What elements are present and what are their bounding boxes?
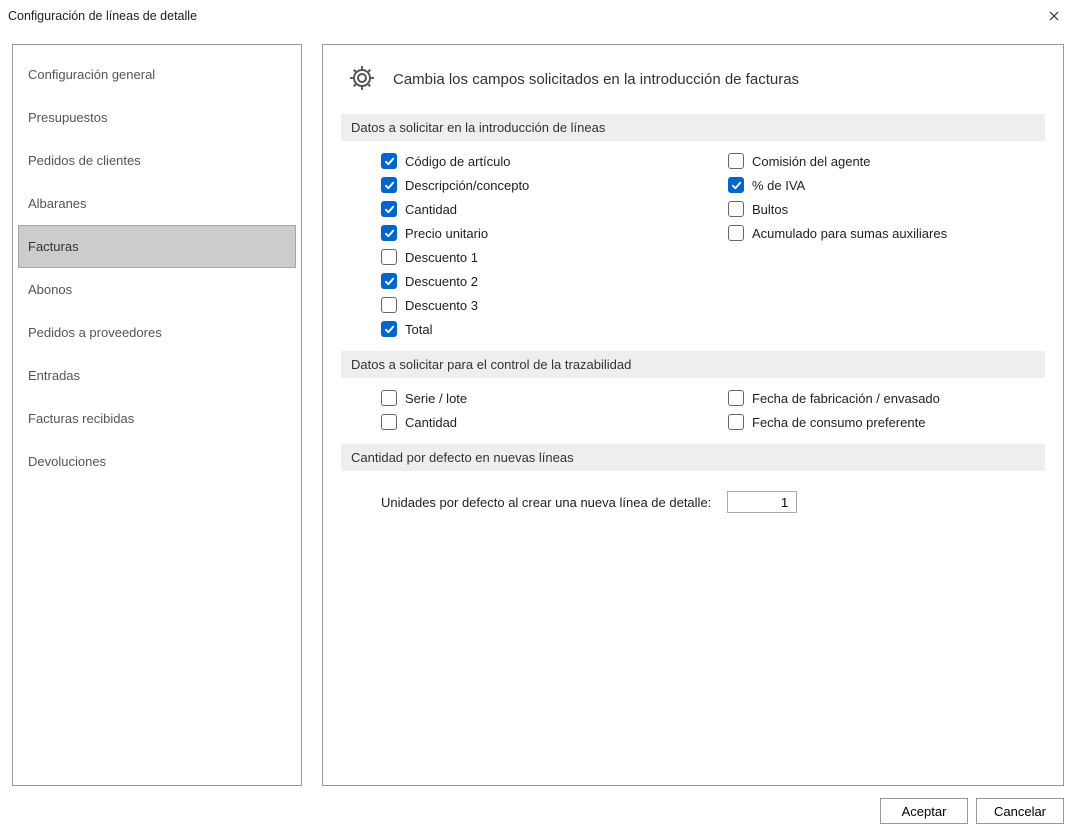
- checkbox-label: Comisión del agente: [752, 154, 871, 169]
- s2-left-check-0[interactable]: Serie / lote: [381, 390, 698, 406]
- checkbox-icon[interactable]: [381, 297, 397, 313]
- checkbox-label: Descuento 1: [405, 250, 478, 265]
- checkbox-icon[interactable]: [381, 414, 397, 430]
- checkbox-label: Descripción/concepto: [405, 178, 529, 193]
- s1-left-check-3[interactable]: Precio unitario: [381, 225, 698, 241]
- checkbox-label: Total: [405, 322, 432, 337]
- gear-icon: [347, 63, 377, 96]
- checkbox-label: % de IVA: [752, 178, 805, 193]
- checkbox-icon[interactable]: [381, 225, 397, 241]
- main-heading: Cambia los campos solicitados en la intr…: [393, 71, 799, 88]
- section1-column-left: Código de artículo Descripción/concepto Ca…: [381, 153, 698, 337]
- section2-column-left: Serie / lote Cantidad: [381, 390, 698, 430]
- close-button[interactable]: [1032, 1, 1076, 31]
- default-quantity-row: Unidades por defecto al crear una nueva …: [341, 483, 1045, 513]
- s1-left-check-7[interactable]: Total: [381, 321, 698, 337]
- main-header: Cambia los campos solicitados en la intr…: [341, 63, 1045, 96]
- checkbox-icon[interactable]: [728, 153, 744, 169]
- default-quantity-label: Unidades por defecto al crear una nueva …: [381, 495, 711, 510]
- sidebar-item-5[interactable]: Abonos: [18, 268, 296, 311]
- sidebar-item-3[interactable]: Albaranes: [18, 182, 296, 225]
- section1-checks: Código de artículo Descripción/concepto Ca…: [341, 153, 1045, 351]
- checkbox-label: Bultos: [752, 202, 788, 217]
- checkbox-icon[interactable]: [728, 390, 744, 406]
- dialog-window: Configuración de líneas de detalle Confi…: [0, 0, 1076, 838]
- checkbox-label: Fecha de fabricación / envasado: [752, 391, 940, 406]
- s2-left-check-1[interactable]: Cantidad: [381, 414, 698, 430]
- checkbox-icon[interactable]: [381, 273, 397, 289]
- cancel-button[interactable]: Cancelar: [976, 798, 1064, 824]
- checkbox-icon[interactable]: [728, 225, 744, 241]
- checkbox-icon[interactable]: [728, 177, 744, 193]
- main-panel: Cambia los campos solicitados en la intr…: [322, 44, 1064, 786]
- titlebar: Configuración de líneas de detalle: [0, 0, 1076, 32]
- sidebar-item-7[interactable]: Entradas: [18, 354, 296, 397]
- checkbox-icon[interactable]: [381, 249, 397, 265]
- sidebar-item-6[interactable]: Pedidos a proveedores: [18, 311, 296, 354]
- default-quantity-input[interactable]: [727, 491, 797, 513]
- sidebar: Configuración generalPresupuestosPedidos…: [12, 44, 302, 786]
- checkbox-icon[interactable]: [381, 321, 397, 337]
- checkbox-icon[interactable]: [728, 414, 744, 430]
- section2-column-right: Fecha de fabricación / envasado Fecha de …: [728, 390, 1045, 430]
- checkbox-icon[interactable]: [381, 390, 397, 406]
- sidebar-item-9[interactable]: Devoluciones: [18, 440, 296, 483]
- sidebar-item-8[interactable]: Facturas recibidas: [18, 397, 296, 440]
- checkbox-label: Acumulado para sumas auxiliares: [752, 226, 947, 241]
- checkbox-label: Cantidad: [405, 415, 457, 430]
- s1-left-check-1[interactable]: Descripción/concepto: [381, 177, 698, 193]
- window-title: Configuración de líneas de detalle: [8, 9, 197, 23]
- s1-left-check-0[interactable]: Código de artículo: [381, 153, 698, 169]
- s1-left-check-2[interactable]: Cantidad: [381, 201, 698, 217]
- sidebar-item-0[interactable]: Configuración general: [18, 53, 296, 96]
- checkbox-label: Cantidad: [405, 202, 457, 217]
- dialog-body: Configuración generalPresupuestosPedidos…: [0, 32, 1076, 794]
- section1-column-right: Comisión del agente % de IVA Bultos Acumula…: [728, 153, 1045, 337]
- sidebar-item-4[interactable]: Facturas: [18, 225, 296, 268]
- s2-right-check-1[interactable]: Fecha de consumo preferente: [728, 414, 1045, 430]
- s1-right-check-2[interactable]: Bultos: [728, 201, 1045, 217]
- section3-header: Cantidad por defecto en nuevas líneas: [341, 444, 1045, 471]
- checkbox-label: Código de artículo: [405, 154, 511, 169]
- checkbox-icon[interactable]: [381, 177, 397, 193]
- s1-right-check-1[interactable]: % de IVA: [728, 177, 1045, 193]
- checkbox-icon[interactable]: [381, 153, 397, 169]
- s1-right-check-0[interactable]: Comisión del agente: [728, 153, 1045, 169]
- s1-right-check-3[interactable]: Acumulado para sumas auxiliares: [728, 225, 1045, 241]
- s1-left-check-5[interactable]: Descuento 2: [381, 273, 698, 289]
- checkbox-label: Precio unitario: [405, 226, 488, 241]
- s1-left-check-4[interactable]: Descuento 1: [381, 249, 698, 265]
- checkbox-icon[interactable]: [381, 201, 397, 217]
- dialog-footer: Aceptar Cancelar: [0, 794, 1076, 838]
- section2-checks: Serie / lote Cantidad Fecha de fabricació…: [341, 390, 1045, 444]
- checkbox-label: Serie / lote: [405, 391, 467, 406]
- checkbox-label: Descuento 2: [405, 274, 478, 289]
- sidebar-item-1[interactable]: Presupuestos: [18, 96, 296, 139]
- accept-button[interactable]: Aceptar: [880, 798, 968, 824]
- checkbox-icon[interactable]: [728, 201, 744, 217]
- checkbox-label: Descuento 3: [405, 298, 478, 313]
- checkbox-label: Fecha de consumo preferente: [752, 415, 925, 430]
- close-icon: [1049, 9, 1059, 24]
- s1-left-check-6[interactable]: Descuento 3: [381, 297, 698, 313]
- s2-right-check-0[interactable]: Fecha de fabricación / envasado: [728, 390, 1045, 406]
- sidebar-item-2[interactable]: Pedidos de clientes: [18, 139, 296, 182]
- section1-header: Datos a solicitar en la introducción de …: [341, 114, 1045, 141]
- section2-header: Datos a solicitar para el control de la …: [341, 351, 1045, 378]
